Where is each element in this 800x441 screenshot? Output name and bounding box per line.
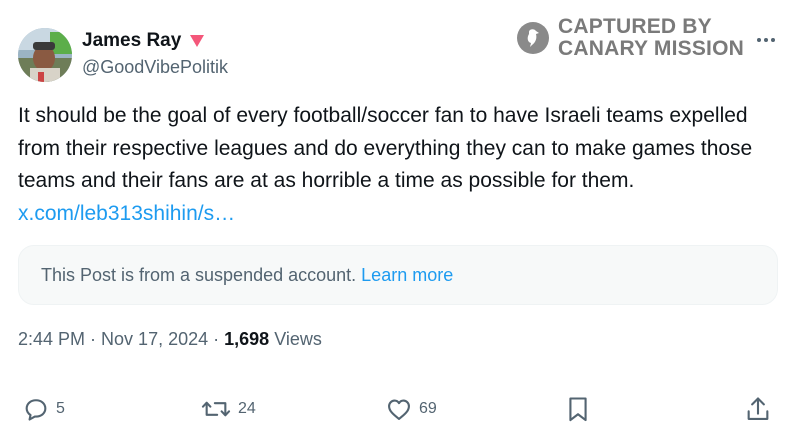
tweet-body: It should be the goal of every football/… xyxy=(18,104,753,192)
tweet-date[interactable]: Nov 17, 2024 xyxy=(101,329,208,349)
avatar-image xyxy=(18,28,72,82)
notice-text: This Post is from a suspended account. xyxy=(41,264,357,285)
action-bar: 5 24 69 xyxy=(0,392,800,426)
like-count: 69 xyxy=(419,400,437,417)
tweet-time[interactable]: 2:44 PM xyxy=(18,329,85,349)
bookmark-button[interactable] xyxy=(566,392,590,426)
views-count: 1,698 xyxy=(224,329,270,349)
views-label: Views xyxy=(274,329,322,349)
reply-icon xyxy=(25,399,47,421)
canary-mission-watermark: CAPTURED BY CANARY MISSION xyxy=(516,16,744,60)
tweet-text: It should be the goal of every football/… xyxy=(18,100,788,230)
more-options-icon[interactable] xyxy=(752,30,780,50)
learn-more-link[interactable]: Learn more xyxy=(361,265,453,286)
tweet-card: James Ray @GoodVibePolitik CAPTURED BY C… xyxy=(0,0,800,441)
share-button[interactable] xyxy=(745,392,771,426)
tweet-link[interactable]: x.com/leb313shihin/s… xyxy=(18,202,235,225)
like-button[interactable]: 69 xyxy=(385,392,437,426)
repost-button[interactable]: 24 xyxy=(200,392,256,426)
watermark-line-1: CAPTURED BY xyxy=(558,15,712,38)
canary-bird-icon xyxy=(517,22,549,54)
watermark-text: CAPTURED BY CANARY MISSION xyxy=(558,16,744,60)
avatar[interactable] xyxy=(18,28,72,82)
heart-icon xyxy=(388,399,410,420)
repost-icon xyxy=(201,401,231,417)
pink-triangle-icon xyxy=(190,35,205,47)
repost-count: 24 xyxy=(238,400,256,417)
reply-button[interactable]: 5 xyxy=(22,392,65,426)
tweet-meta: 2:44 PM · Nov 17, 2024 · 1,698 Views xyxy=(18,329,322,350)
meta-separator: · xyxy=(85,329,102,349)
author-handle[interactable]: @GoodVibePolitik xyxy=(82,57,228,78)
bookmark-icon xyxy=(569,397,587,422)
reply-count: 5 xyxy=(56,400,65,417)
author-name-row: James Ray xyxy=(82,30,205,52)
share-icon xyxy=(747,397,769,420)
meta-separator: · xyxy=(208,329,225,349)
watermark-line-2: CANARY MISSION xyxy=(558,37,744,60)
suspended-account-notice: This Post is from a suspended account. L… xyxy=(18,245,778,305)
author-name[interactable]: James Ray xyxy=(82,30,181,52)
